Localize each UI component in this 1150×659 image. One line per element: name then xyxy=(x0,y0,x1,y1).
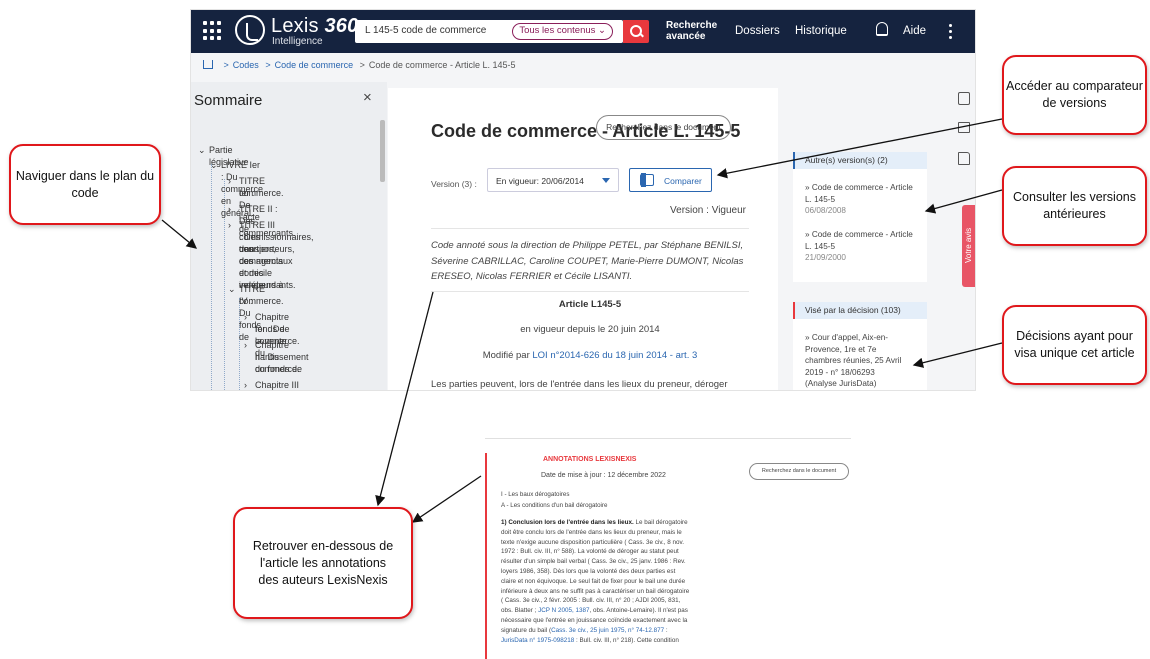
nav-historique[interactable]: Historique xyxy=(795,25,847,37)
version-label: Version (3) : xyxy=(431,179,477,189)
version-select[interactable]: En vigueur: 20/06/2014 xyxy=(487,168,619,192)
callout-nav-plan: Naviguer dans le plan du code xyxy=(9,144,161,225)
top-bar: Lexis 360 Intelligence L 145-5 code de c… xyxy=(191,10,975,53)
document-search-input[interactable]: Recherchez dans le document xyxy=(596,115,731,140)
callout-comparator: Accéder au comparateur de versions xyxy=(1002,55,1147,135)
article-title: Article L145-5 xyxy=(558,299,622,310)
sidebar-title: Sommaire xyxy=(194,92,263,109)
in-force-date: en vigueur depuis le 20 juin 2014 xyxy=(520,324,660,335)
sidebar-scrollbar[interactable] xyxy=(380,120,385,182)
version-status: Version : Vigueur xyxy=(670,205,746,216)
folder-icon[interactable] xyxy=(958,152,970,165)
sidebar-summary: Sommaire × ⌄ Partie législative ⌄ LIVRE Ie… xyxy=(191,82,387,390)
toc-item-cont: commerce. xyxy=(239,296,284,306)
advanced-search-link[interactable]: Recherche avancée xyxy=(666,20,726,42)
page: Lexis 360 Intelligence L 145-5 code de c… xyxy=(0,0,1150,659)
annotations-screenshot: ANNOTATIONS LEXISNEXIS Date de mise à jo… xyxy=(485,438,851,659)
nav-dossiers[interactable]: Dossiers xyxy=(735,25,780,37)
versions-panel: Autre(s) version(s) (2) » Code de commer… xyxy=(793,152,927,282)
caret-down-icon xyxy=(602,178,610,183)
annotations-search-input[interactable]: Recherchez dans le document xyxy=(749,463,849,480)
callout-previous-versions: Consulter les versions antérieures xyxy=(1002,166,1147,246)
search-button[interactable] xyxy=(623,20,649,43)
lexis-logo-icon[interactable] xyxy=(235,15,265,45)
decisions-header: Visé par la décision (103) xyxy=(793,302,927,319)
decision-item[interactable]: » Cour d'appel, Aix-en- Provence, 1re et… xyxy=(805,332,925,390)
breadcrumb-code-commerce[interactable]: Code de commerce xyxy=(275,60,354,70)
breadcrumb-current: Code de commerce - Article L. 145-5 xyxy=(368,60,516,70)
bell-icon[interactable] xyxy=(876,22,888,36)
brand-subtitle: Intelligence xyxy=(272,36,323,47)
versions-header: Autre(s) version(s) (2) xyxy=(793,152,927,169)
annotations-date: Date de mise à jour : 12 décembre 2022 xyxy=(541,472,666,479)
article-body: Les parties peuvent, lors de l'entrée da… xyxy=(431,379,728,390)
search-query: L 145-5 code de commerce xyxy=(365,25,487,36)
annotation-paragraph: 1) Conclusion lors de l'entrée dans les … xyxy=(501,519,690,644)
breadcrumb: > Codes > Code de commerce > Code de commer… xyxy=(203,59,515,70)
brand-name: Lexis 360 xyxy=(271,15,359,37)
search-input[interactable]: L 145-5 code de commerce Tous les conten… xyxy=(355,20,623,43)
feedback-tab[interactable]: Votre avis xyxy=(962,205,975,287)
annotation-subheading: A - Les conditions d'un bail dérogatoire xyxy=(501,502,608,509)
compare-button[interactable]: Comparer xyxy=(629,168,712,192)
scope-dropdown[interactable]: Tous les contenus ⌄ xyxy=(512,23,613,40)
authors-note: Code annoté sous la direction de Philipp… xyxy=(431,240,744,282)
annotation-heading: I - Les baux dérogatoires xyxy=(501,491,570,498)
close-icon[interactable]: × xyxy=(363,89,372,106)
callout-decisions: Décisions ayant pour visa unique cet art… xyxy=(1002,305,1147,385)
print-icon[interactable] xyxy=(958,122,970,133)
toc-item-cont: commerce. xyxy=(239,188,284,198)
law-link[interactable]: LOI n°2014-626 du 18 juin 2014 - art. 3 xyxy=(532,350,697,361)
lexis-screenshot: Lexis 360 Intelligence L 145-5 code de c… xyxy=(190,9,976,391)
home-icon[interactable] xyxy=(203,60,213,69)
toc-item-cont: commerce. xyxy=(255,364,300,374)
apps-grid-icon[interactable] xyxy=(203,21,223,41)
nav-aide[interactable]: Aide xyxy=(903,25,926,37)
annotations-header: ANNOTATIONS LEXISNEXIS xyxy=(543,456,637,463)
decisions-panel: Visé par la décision (103) » Cour d'appe… xyxy=(793,302,927,390)
compare-icon xyxy=(640,173,654,187)
callout-annotations: Retrouver en-dessous de l'article les an… xyxy=(233,507,413,619)
breadcrumb-codes[interactable]: Codes xyxy=(233,60,259,70)
toc-item[interactable]: ›Chapitre III : Dispositions xyxy=(244,379,304,390)
export-document-icon[interactable] xyxy=(958,92,970,105)
modified-by: Modifié par LOI n°2014-626 du 18 juin 20… xyxy=(482,350,698,361)
version-item[interactable]: » Code de commerce - Article L. 145-5 21… xyxy=(805,229,925,264)
more-menu-icon[interactable] xyxy=(949,24,953,40)
version-item[interactable]: » Code de commerce - Article L. 145-5 06… xyxy=(805,182,925,217)
